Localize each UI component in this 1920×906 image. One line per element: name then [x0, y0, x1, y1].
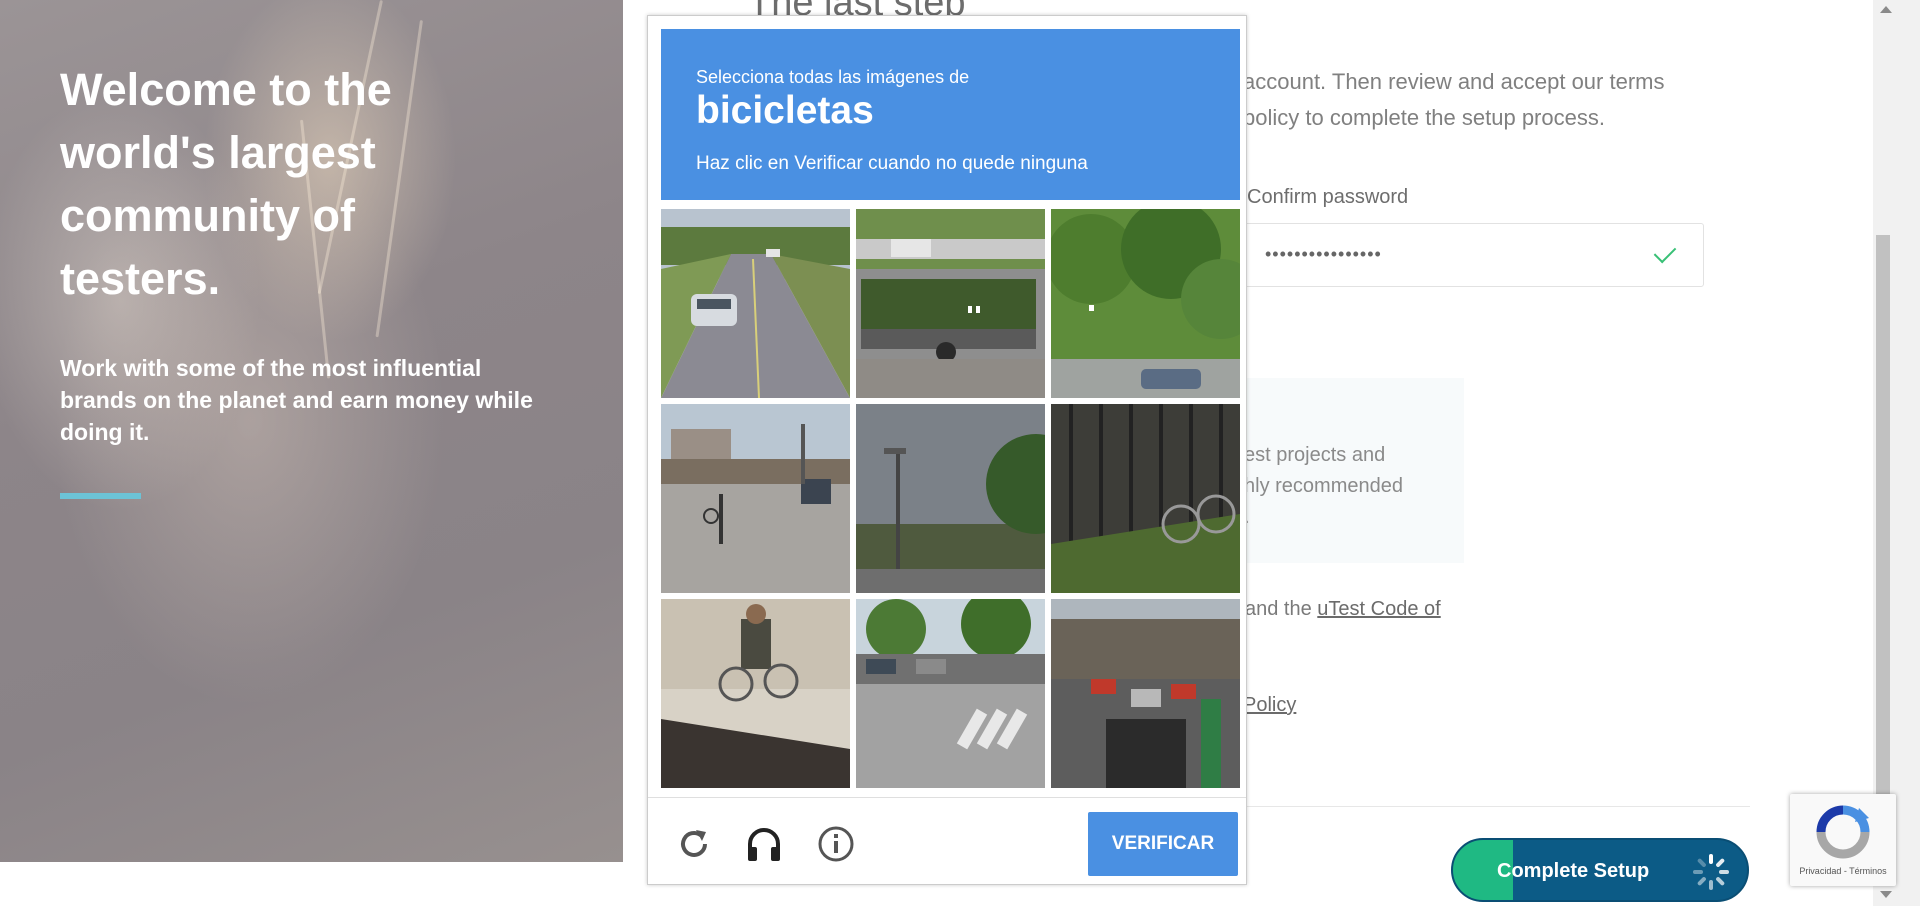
complete-setup-label: Complete Setup: [1497, 860, 1650, 882]
captcha-tile-parking-lot-crosswalk[interactable]: [856, 599, 1045, 788]
hero-panel: Welcome to the world's largest community…: [0, 0, 623, 862]
captcha-instruction: Selecciona todas las imágenes de: [696, 67, 970, 87]
captcha-tile-streetlight-sky[interactable]: [856, 404, 1045, 593]
confirm-password-value: ••••••••••••••••: [1265, 244, 1382, 264]
scrollbar-thumb[interactable]: [1876, 235, 1890, 795]
captcha-tile-road-car[interactable]: [661, 209, 850, 398]
captcha-header: Selecciona todas las imágenes de bicicle…: [661, 29, 1240, 200]
confirm-password-input[interactable]: ••••••••••••••••: [1238, 223, 1704, 287]
terms-line: and the uTest Code of: [1245, 598, 1441, 621]
form-divider: [1200, 806, 1750, 807]
complete-setup-button[interactable]: Complete Setup: [1451, 838, 1749, 902]
info-text: est projects and hly recommended .: [1244, 440, 1544, 533]
captcha-tile-intersection-cyclist[interactable]: [661, 404, 850, 593]
captcha-tile-traffic-street[interactable]: [1051, 599, 1240, 788]
captcha-dialog: Selecciona todas las imágenes de bicicle…: [647, 15, 1247, 885]
verify-button[interactable]: VERIFICAR: [1088, 812, 1238, 876]
spinner-icon: [1693, 854, 1729, 890]
captcha-tile-bike-fence[interactable]: [1051, 404, 1240, 593]
headphones-icon[interactable]: [744, 824, 784, 864]
hero-accent-rule: [60, 493, 141, 499]
intro-line-2: policy to complete the setup process.: [1243, 105, 1605, 130]
scroll-down-arrow-icon[interactable]: [1880, 891, 1892, 898]
check-icon: [1653, 240, 1677, 264]
scroll-up-arrow-icon[interactable]: [1880, 6, 1892, 13]
code-of-conduct-link[interactable]: uTest Code of: [1317, 598, 1440, 620]
reload-icon[interactable]: [674, 824, 714, 864]
captcha-footer-divider: [648, 797, 1246, 798]
recaptcha-logo-icon: [1816, 805, 1870, 859]
info-text-line: .: [1244, 502, 1544, 533]
captcha-sub-instruction: Haz clic en Verificar cuando no quede ni…: [696, 153, 1088, 174]
info-text-line: est projects and: [1244, 444, 1386, 466]
hero-subtitle: Work with some of the most influential b…: [60, 355, 533, 445]
hero-title: Welcome to the world's largest community…: [60, 64, 392, 304]
captcha-image-grid: [661, 209, 1240, 788]
intro-text: account. Then review and accept our term…: [1243, 64, 1920, 136]
recaptcha-terms[interactable]: Privacidad - Términos: [1790, 866, 1896, 876]
intro-line-1: account. Then review and accept our term…: [1243, 69, 1665, 94]
info-icon[interactable]: [816, 824, 856, 864]
captcha-tile-trees-car[interactable]: [1051, 209, 1240, 398]
captcha-keyword: bicicletas: [696, 89, 874, 132]
info-text-line: hly recommended: [1244, 475, 1403, 497]
captcha-tile-truck-plants[interactable]: [856, 209, 1045, 398]
privacy-policy-link[interactable]: Policy: [1243, 694, 1296, 717]
recaptcha-badge[interactable]: Privacidad - Términos: [1790, 794, 1896, 886]
page: Welcome to the world's largest community…: [0, 0, 1920, 906]
confirm-password-label: Confirm password: [1247, 186, 1409, 208]
captcha-tile-cyclist-sidewalk[interactable]: [661, 599, 850, 788]
terms-prefix: and the: [1245, 598, 1318, 620]
